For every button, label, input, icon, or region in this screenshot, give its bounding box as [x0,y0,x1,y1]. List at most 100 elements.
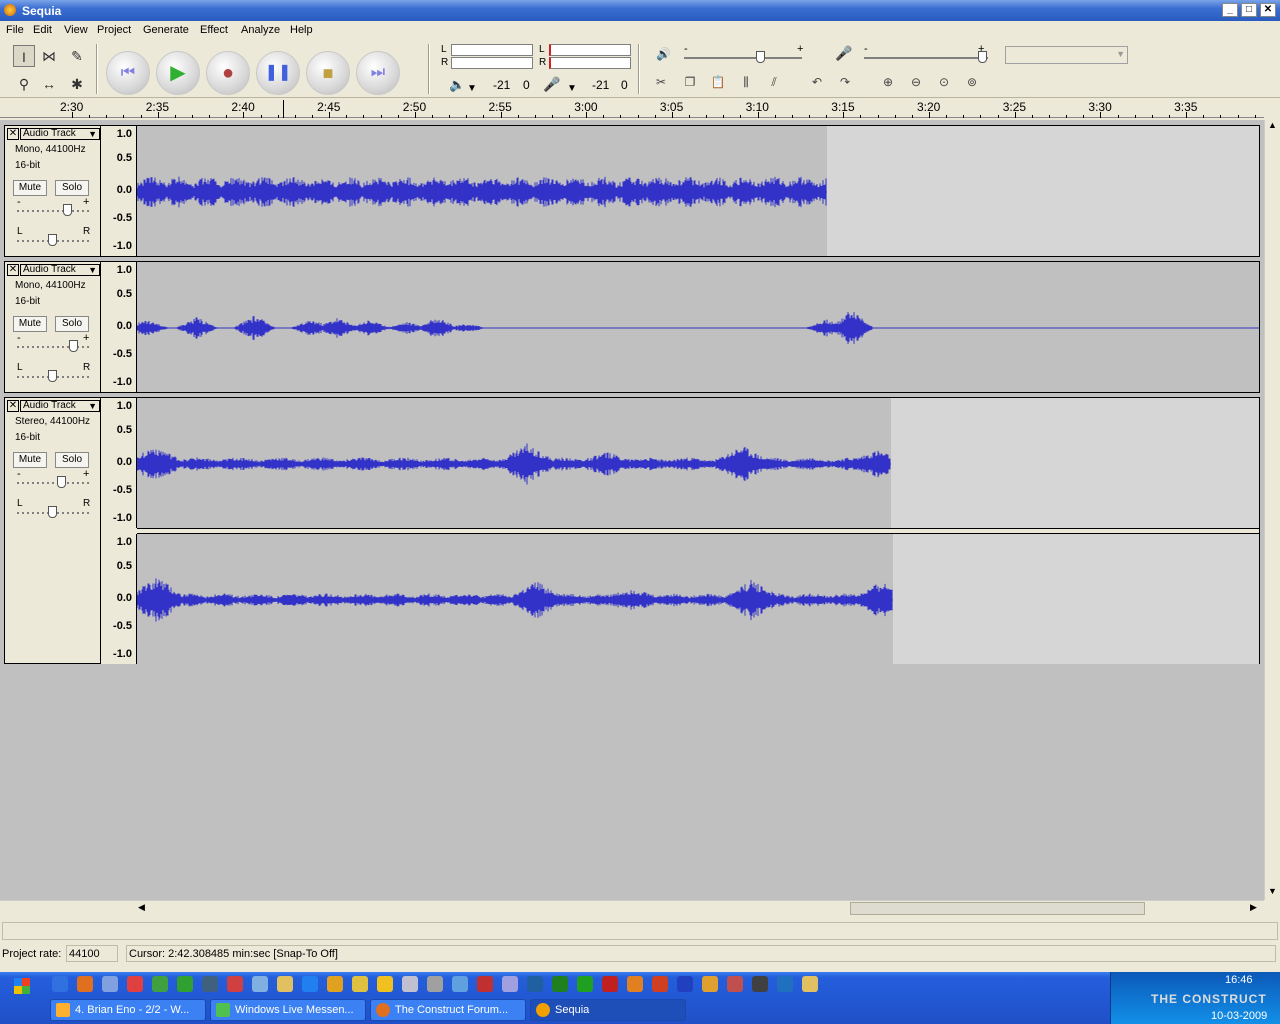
horizontal-scrollbar[interactable]: ◀ ▶ [0,900,1264,916]
record-meter-dropdown-icon[interactable]: ▼ [567,83,577,94]
zoom-in-icon[interactable]: ⊕ [877,72,899,92]
envelope-tool-icon[interactable]: ⋈ [38,45,60,67]
scroll-down-icon[interactable]: ▼ [1268,886,1277,896]
quick-launch-app-icon[interactable] [352,976,368,992]
quick-launch-app-icon[interactable] [152,976,168,992]
quick-launch-app-icon[interactable] [502,976,518,992]
solo-button[interactable]: Solo [55,316,89,332]
scroll-right-icon[interactable]: ▶ [1250,902,1257,913]
quick-launch-app-icon[interactable] [802,976,818,992]
cut-icon[interactable]: ✂ [650,72,672,92]
close-track-icon[interactable]: ✕ [7,128,19,140]
timeline-ruler[interactable]: 2:30 2:35 2:40 2:45 2:50 2:55 3:00 3:05 3:10 3:15… [0,98,1264,118]
selection-tool-icon[interactable]: I [13,45,35,67]
waveform-display[interactable] [136,126,1259,256]
fit-selection-icon[interactable]: ⊙ [933,72,955,92]
menu-edit[interactable]: Edit [33,24,52,36]
speaker-icon[interactable]: 🔈 [449,77,465,93]
pan-slider-thumb[interactable] [48,370,57,382]
solo-button[interactable]: Solo [55,180,89,196]
task-messenger[interactable]: Windows Live Messen... [210,999,366,1021]
menu-project[interactable]: Project [97,24,131,36]
skip-start-button[interactable]: ⏮ [106,51,150,95]
waveform-display-right[interactable] [136,534,1259,664]
fit-project-icon[interactable]: ⊚ [961,72,983,92]
quick-launch-app-icon[interactable] [252,976,268,992]
quick-launch-app-icon[interactable] [602,976,618,992]
copy-icon[interactable]: ❐ [679,72,701,92]
gain-slider-thumb[interactable] [57,476,66,488]
undo-icon[interactable]: ↶ [806,72,828,92]
minimize-button[interactable]: _ [1222,3,1238,17]
quick-launch-app-icon[interactable] [577,976,593,992]
multi-tool-icon[interactable]: ✱ [66,73,88,95]
quick-launch-app-icon[interactable] [177,976,193,992]
gain-slider-thumb[interactable] [63,204,72,216]
input-source-select[interactable]: ▼ [1005,46,1128,64]
quick-launch-app-icon[interactable] [102,976,118,992]
pan-slider-thumb[interactable] [48,506,57,518]
audio-track-3[interactable]: ✕ Audio Track ▼ Stereo, 44100Hz 16-bit Mu… [4,397,1260,664]
output-volume-thumb[interactable] [756,51,765,63]
paste-icon[interactable]: 📋 [707,72,729,92]
menu-view[interactable]: View [64,24,88,36]
mute-button[interactable]: Mute [13,180,47,196]
audio-track-1[interactable]: ✕ Audio Track ▼ Mono, 44100Hz 16-bit Mute… [4,125,1260,257]
quick-launch-app-icon[interactable] [127,976,143,992]
gain-slider[interactable] [17,210,89,212]
quick-launch-app-icon[interactable] [752,976,768,992]
quick-launch-app-icon[interactable] [527,976,543,992]
pause-button[interactable]: ❚❚ [256,51,300,95]
redo-icon[interactable]: ↷ [834,72,856,92]
quick-launch-app-icon[interactable] [277,976,293,992]
zoom-out-icon[interactable]: ⊖ [905,72,927,92]
task-sequia[interactable]: Sequia [530,999,686,1021]
stop-button[interactable]: ■ [306,51,350,95]
quick-launch-app-icon[interactable] [702,976,718,992]
task-firefox[interactable]: The Construct Forum... [370,999,526,1021]
quick-launch-app-icon[interactable] [552,976,568,992]
waveform-display[interactable] [136,262,1259,392]
pan-slider-thumb[interactable] [48,234,57,246]
scroll-thumb[interactable] [850,902,1145,915]
close-track-icon[interactable]: ✕ [7,400,19,412]
quick-launch-app-icon[interactable] [227,976,243,992]
quick-launch-app-icon[interactable] [652,976,668,992]
play-button[interactable]: ▶ [156,51,200,95]
project-rate-field[interactable]: 44100 [66,945,118,962]
scroll-up-icon[interactable]: ▲ [1268,120,1277,130]
quick-launch-app-icon[interactable] [202,976,218,992]
timeshift-tool-icon[interactable]: ↔ [38,73,60,95]
menu-analyze[interactable]: Analyze [241,24,280,36]
waveform-display-left[interactable] [136,398,1259,528]
clock-time[interactable]: 16:46 [1225,974,1253,986]
quick-launch-app-icon[interactable] [677,976,693,992]
track-name-menu[interactable]: Audio Track ▼ [20,400,100,412]
quick-launch-app-icon[interactable] [77,976,93,992]
mute-button[interactable]: Mute [13,316,47,332]
quick-launch-app-icon[interactable] [477,976,493,992]
quick-launch-app-icon[interactable] [302,976,318,992]
track-name-menu[interactable]: Audio Track ▼ [20,128,100,140]
quick-launch-app-icon[interactable] [377,976,393,992]
quick-launch-app-icon[interactable] [452,976,468,992]
close-track-icon[interactable]: ✕ [7,264,19,276]
track-name-menu[interactable]: Audio Track ▼ [20,264,100,276]
menu-help[interactable]: Help [290,24,313,36]
microphone-icon[interactable]: 🎤 [543,76,560,93]
quick-launch-app-icon[interactable] [52,976,68,992]
quick-launch-app-icon[interactable] [627,976,643,992]
start-button[interactable] [0,972,40,998]
input-volume-slider[interactable] [864,57,988,59]
draw-tool-icon[interactable]: ✎ [66,45,88,67]
solo-button[interactable]: Solo [55,452,89,468]
gain-slider-thumb[interactable] [69,340,78,352]
silence-icon[interactable]: ⫽ [763,72,785,92]
quick-launch-app-icon[interactable] [777,976,793,992]
close-button[interactable]: ✕ [1260,3,1276,17]
menu-effect[interactable]: Effect [200,24,228,36]
mute-button[interactable]: Mute [13,452,47,468]
menu-file[interactable]: File [6,24,24,36]
task-brian-eno[interactable]: 4. Brian Eno - 2/2 - W... [50,999,206,1021]
output-volume-slider[interactable] [684,57,802,59]
